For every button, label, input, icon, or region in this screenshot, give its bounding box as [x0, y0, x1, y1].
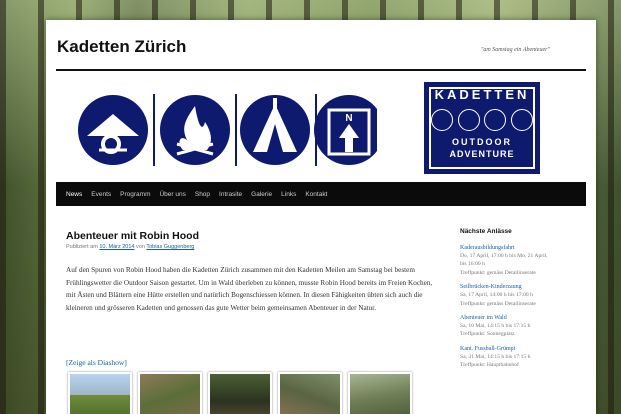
svg-text:N: N [345, 113, 352, 124]
header-rule [56, 69, 586, 71]
nav-programm[interactable]: Programm [120, 191, 150, 198]
main-nav: News Events Programm Über uns Shop Intra… [56, 182, 586, 206]
site-title[interactable]: Kadetten Zürich [57, 37, 186, 57]
event-link[interactable]: Kaderausbildungsfahrt [460, 245, 580, 251]
gallery-thumbnail[interactable] [208, 372, 272, 414]
post-date-link[interactable]: 10. März 2014 [99, 244, 134, 250]
tent-icon [240, 95, 310, 165]
logo-text-kadetten: KADETTEN [434, 87, 530, 102]
mini-rope-icon [431, 109, 453, 131]
site-tagline: "am Samstag ein Abenteuer" [480, 47, 550, 53]
gallery-thumbnail[interactable] [68, 372, 132, 414]
mini-fire-icon [457, 109, 480, 131]
event-item: Kaderausbildungsfahrt Do, 17 April, 17:0… [460, 245, 580, 277]
rope-knot-icon [78, 95, 148, 165]
gallery-thumbnails [68, 372, 418, 414]
post-body: Auf den Spuren von Robin Hood haben die … [66, 266, 433, 312]
nav-kontakt[interactable]: Kontakt [305, 191, 327, 198]
activity-icons: N [78, 94, 377, 166]
nav-events[interactable]: Events [91, 191, 111, 198]
nav-ueber-uns[interactable]: Über uns [159, 191, 185, 198]
nav-news[interactable]: News [66, 191, 82, 198]
sidebar-heading: Nächste Anlässe [460, 228, 512, 235]
logo-text-adventure: ADVENTURE [449, 149, 515, 159]
logo-text-outdoor: OUTDOOR [452, 137, 512, 147]
slideshow-link[interactable]: [Zeige als Diashow] [66, 358, 127, 367]
event-item: Abenteuer im Wald Sa, 10 Mai, 14:15 h bi… [460, 315, 580, 339]
event-link[interactable]: Abenteuer im Wald [460, 315, 580, 321]
nav-intrasite[interactable]: Intrasite [219, 191, 242, 198]
event-link[interactable]: Kant. Fussball-Grümpi [460, 346, 580, 352]
gallery-thumbnail[interactable] [138, 372, 202, 414]
compass-north-icon: N [314, 95, 377, 165]
event-item: Seilbrücken-Kinderzaung Sa, 17 April, 14… [460, 284, 580, 308]
mini-compass-icon [510, 109, 533, 131]
logo-icon-row [431, 109, 533, 131]
event-item: Kant. Fussball-Grümpi Sa, 31 Mai, 14:15 … [460, 346, 580, 370]
divider [153, 94, 155, 166]
event-link[interactable]: Seilbrücken-Kinderzaung [460, 284, 580, 290]
page-container: Kadetten Zürich "am Samstag ein Abenteue… [46, 20, 596, 414]
mini-tent-icon [484, 109, 507, 131]
gallery-thumbnail[interactable] [278, 372, 342, 414]
post-author-link[interactable]: Tobias Guggenberg [146, 244, 194, 250]
upcoming-events-sidebar: Nächste Anlässe Kaderausbildungsfahrt Do… [460, 228, 580, 377]
campfire-icon [160, 95, 230, 165]
nav-links[interactable]: Links [281, 191, 296, 198]
gallery-thumbnail[interactable] [348, 372, 412, 414]
outdoor-adventure-logo: KADETTEN OUTDOOR ADVENTURE [424, 82, 540, 174]
nav-shop[interactable]: Shop [195, 191, 210, 198]
nav-galerie[interactable]: Galerie [251, 191, 272, 198]
divider [235, 94, 237, 166]
post-title[interactable]: Abenteuer mit Robin Hood [66, 230, 199, 242]
post-meta: Publiziert am 10. März 2014 von Tobias G… [66, 244, 195, 250]
header-banner: N KADETTEN OUTDOOR ADVENTURE [46, 78, 596, 186]
